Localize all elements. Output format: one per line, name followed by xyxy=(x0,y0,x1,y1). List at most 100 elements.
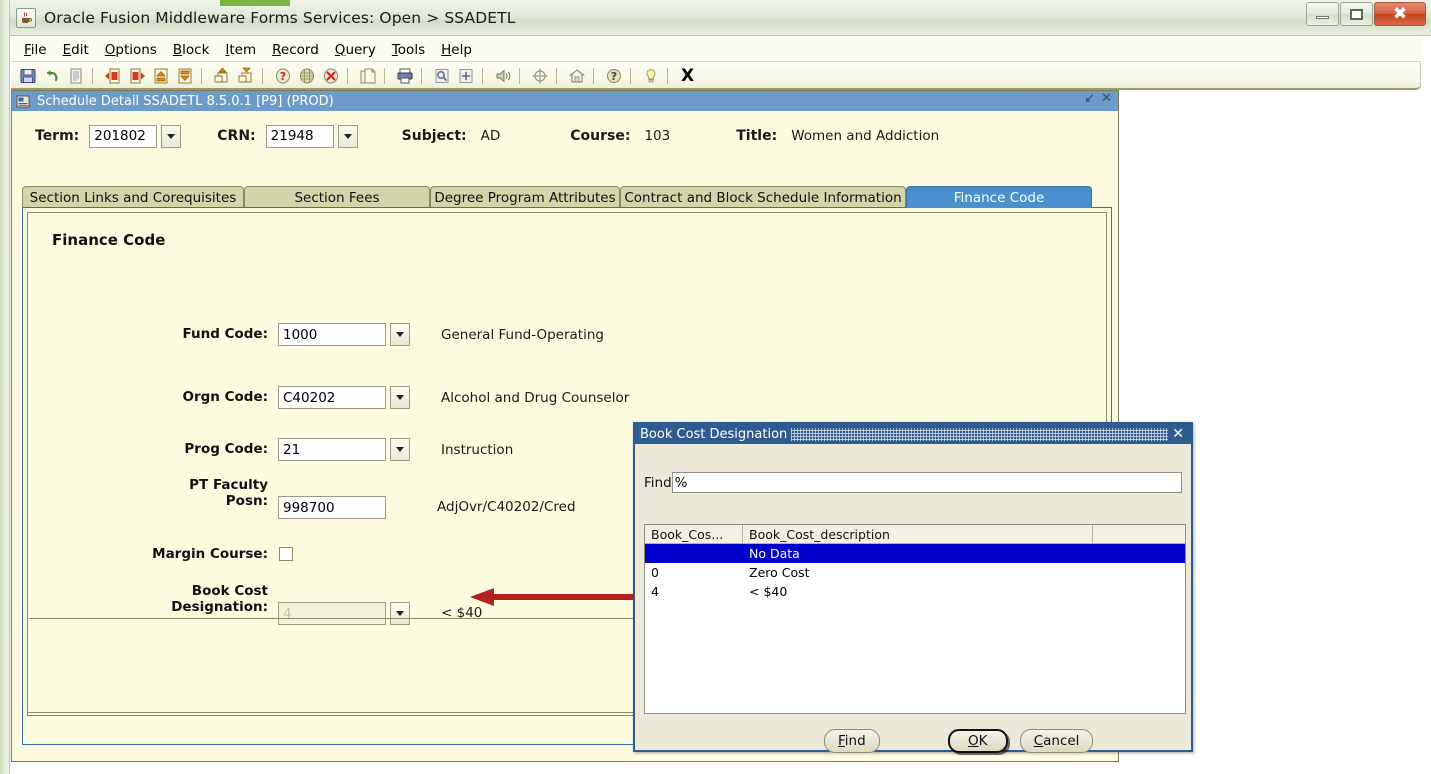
tab-section-links-and-corequisites[interactable]: Section Links and Corequisites xyxy=(22,186,244,208)
column-header-book-cost-description[interactable]: Book_Cost_description xyxy=(743,525,1093,543)
page-document-icon[interactable] xyxy=(65,65,87,87)
menu-item-tools[interactable]: Tools xyxy=(384,40,433,60)
cell-book-cost-description: Zero Cost xyxy=(749,565,810,580)
fund-code-lov-button[interactable] xyxy=(390,323,410,346)
table-row[interactable]: 0 Zero Cost xyxy=(645,563,1185,582)
cancel-button[interactable]: Cancel xyxy=(1019,729,1094,753)
prog-code-lov-button[interactable] xyxy=(390,438,410,461)
menu-item-options[interactable]: Options xyxy=(97,40,165,60)
toolbar-separator xyxy=(667,67,672,84)
find-input[interactable] xyxy=(671,472,1182,493)
table-row[interactable]: 4 < $40 xyxy=(645,582,1185,601)
cancel-query-icon[interactable] xyxy=(320,65,342,87)
previous-block-icon[interactable] xyxy=(126,65,148,87)
margin-course-checkbox[interactable] xyxy=(279,547,293,562)
cell-book-cost-code xyxy=(645,544,743,563)
book-cost-designation-dialog: Book Cost Designation ✕ Find Book_Cos...… xyxy=(633,422,1193,753)
tab-section-fees[interactable]: Section Fees xyxy=(244,186,430,208)
tab-contract-and-block-schedule-information[interactable]: Contract and Block Schedule Information xyxy=(620,186,906,208)
lightbulb-hint-icon[interactable] xyxy=(640,65,662,87)
tab-label: Finance Code xyxy=(953,189,1045,206)
show-keys-icon[interactable] xyxy=(455,65,477,87)
menu-item-record[interactable]: Record xyxy=(264,40,327,60)
prog-code-input[interactable] xyxy=(278,438,386,461)
menu-item-file[interactable]: File xyxy=(16,40,55,60)
menu-item-help[interactable]: Help xyxy=(433,40,480,60)
maximize-button[interactable] xyxy=(1340,2,1373,26)
exit-speaker-icon[interactable] xyxy=(492,65,514,87)
rollback-undo-icon[interactable] xyxy=(41,65,63,87)
help-question-icon[interactable]: ? xyxy=(603,65,625,87)
crn-lov-button[interactable] xyxy=(337,124,358,148)
lov-results-table[interactable]: Book_Cos... Book_Cost_description No Dat… xyxy=(644,524,1186,714)
toolbar-separator xyxy=(384,67,389,84)
save-icon[interactable] xyxy=(17,65,39,87)
book-cost-designation-lov-button[interactable] xyxy=(390,602,410,625)
form-close-icon[interactable]: ✕ xyxy=(1101,92,1112,105)
orgn-code-lov-button[interactable] xyxy=(390,386,410,409)
prog-code-description: Instruction xyxy=(441,441,514,458)
menu-item-block[interactable]: Block xyxy=(165,40,218,60)
term-input[interactable] xyxy=(89,124,158,148)
exit-x-button[interactable]: X xyxy=(681,66,694,86)
pt-faculty-posn-description: AdjOvr/C40202/Cred xyxy=(437,499,576,515)
application-window: Oracle Fusion Middleware Forms Services:… xyxy=(0,0,1431,774)
ok-button-label: OK xyxy=(967,733,988,749)
fund-code-input[interactable] xyxy=(278,323,386,346)
enter-query-icon[interactable]: ? xyxy=(272,65,294,87)
dialog-drag-hatch[interactable] xyxy=(791,427,1169,441)
insert-record-icon[interactable] xyxy=(211,65,233,87)
close-button[interactable]: ✖ xyxy=(1374,2,1426,26)
cancel-button-label: Cancel xyxy=(1033,733,1080,749)
book-cost-designation-input[interactable] xyxy=(278,602,386,625)
duplicate-icon[interactable] xyxy=(357,65,379,87)
cell-book-cost-code: 4 xyxy=(651,584,659,599)
first-record-icon[interactable] xyxy=(150,65,172,87)
key-block: Term: CRN: Subject: AD Course: 103 Title… xyxy=(13,112,1117,160)
execute-query-icon[interactable] xyxy=(296,65,318,87)
dialog-close-icon[interactable]: ✕ xyxy=(1172,427,1191,441)
toolbar-separator xyxy=(92,67,97,84)
find-button[interactable]: Find xyxy=(824,729,880,753)
minimize-button[interactable] xyxy=(1306,2,1339,26)
online-help-target-icon[interactable] xyxy=(529,65,551,87)
chevron-down-icon xyxy=(396,332,404,337)
menu-item-query[interactable]: Query xyxy=(327,40,384,60)
svg-text:?: ? xyxy=(280,70,286,83)
list-of-values-icon[interactable] xyxy=(431,65,453,87)
tab-label: Section Fees xyxy=(294,189,380,206)
chevron-down-icon xyxy=(396,447,404,452)
print-icon[interactable] xyxy=(394,65,416,87)
crn-input[interactable] xyxy=(265,124,334,148)
crn-label: CRN: xyxy=(217,128,256,144)
dialog-body: Find Book_Cos... Book_Cost_description N… xyxy=(635,444,1191,753)
form-window-controls: ↙ ✕ xyxy=(1084,92,1112,105)
chevron-down-icon xyxy=(167,133,176,139)
title-label: Title: xyxy=(736,128,778,144)
toolbar-separator xyxy=(421,67,426,84)
ok-button[interactable]: OK xyxy=(947,729,1008,753)
remove-record-icon[interactable] xyxy=(235,65,257,87)
menu-bar: File Edit Options Block Item Record Quer… xyxy=(11,38,1421,62)
dialog-title-bar: Book Cost Designation ✕ xyxy=(635,424,1191,444)
tab-finance-code[interactable]: Finance Code xyxy=(906,186,1092,208)
window-title-text: Oracle Fusion Middleware Forms Services:… xyxy=(44,9,516,27)
orgn-code-label: Orgn Code: xyxy=(182,389,268,406)
portal-home-icon[interactable] xyxy=(566,65,588,87)
toolbar-separator xyxy=(556,67,561,84)
next-block-icon[interactable] xyxy=(102,65,124,87)
java-coffee-cup-icon xyxy=(16,8,36,28)
menu-item-item[interactable]: Item xyxy=(217,40,264,60)
form-restore-icon[interactable]: ↙ xyxy=(1084,92,1095,105)
cell-book-cost-description: No Data xyxy=(749,546,800,561)
pt-faculty-posn-input[interactable] xyxy=(278,496,386,519)
last-record-icon[interactable] xyxy=(174,65,196,87)
tab-degree-program-attributes[interactable]: Degree Program Attributes xyxy=(430,186,620,208)
menu-item-edit[interactable]: Edit xyxy=(55,40,97,60)
term-lov-button[interactable] xyxy=(161,124,182,148)
table-row[interactable]: No Data xyxy=(645,544,1185,563)
dialog-button-bar: Find OK Cancel xyxy=(635,729,1191,753)
column-header-book-cost-code[interactable]: Book_Cos... xyxy=(645,525,743,543)
minimize-icon xyxy=(1316,15,1329,19)
orgn-code-input[interactable] xyxy=(278,386,386,409)
